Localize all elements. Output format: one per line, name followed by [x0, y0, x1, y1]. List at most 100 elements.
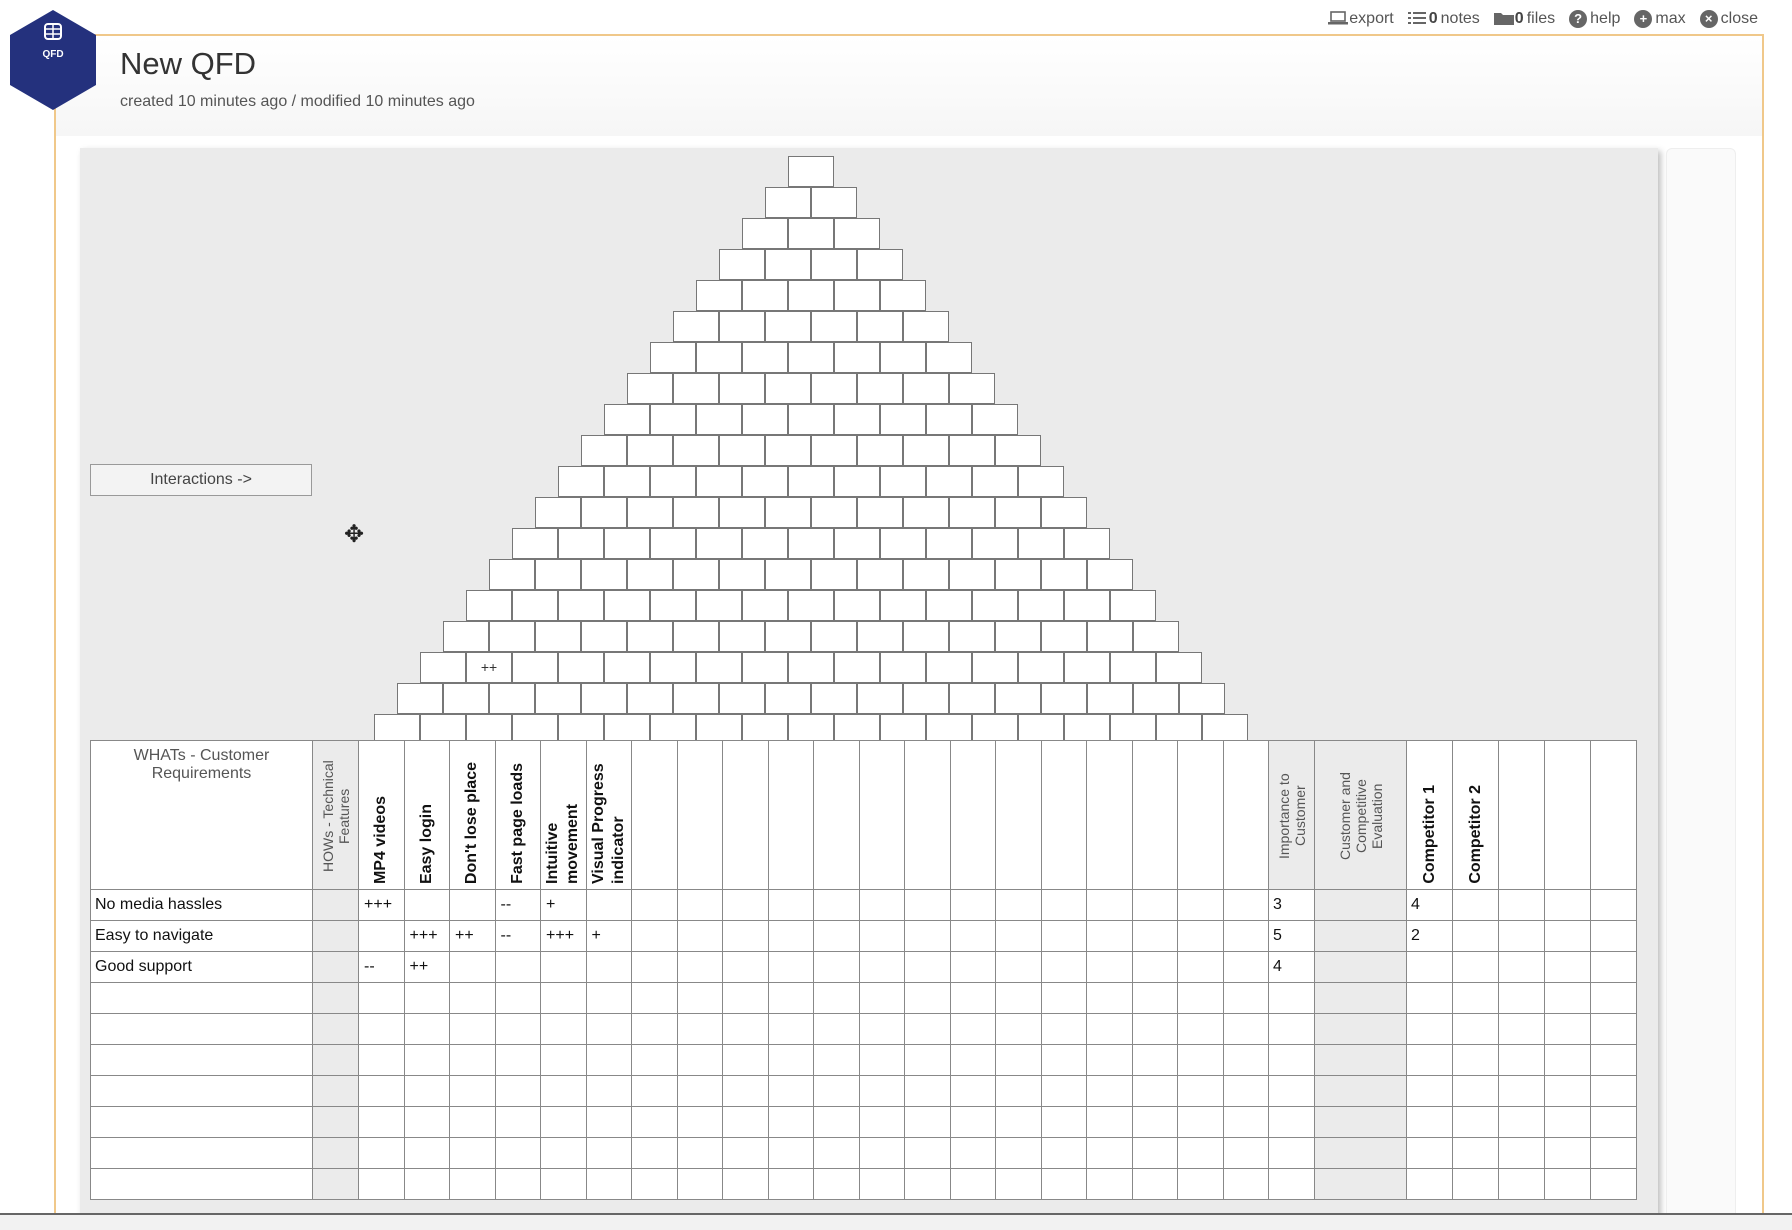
relationship-cell[interactable]: [1086, 889, 1133, 921]
competitor-score-cell[interactable]: [1452, 1106, 1499, 1138]
relationship-cell[interactable]: [904, 1075, 951, 1107]
requirement-label[interactable]: No media hassles: [90, 889, 313, 921]
interaction-cell[interactable]: [995, 435, 1041, 466]
interaction-cell[interactable]: [811, 249, 857, 280]
interaction-cell[interactable]: [742, 590, 788, 621]
relationship-cell[interactable]: [1131, 1044, 1178, 1076]
relationship-cell[interactable]: [1040, 889, 1087, 921]
interaction-cell[interactable]: [995, 559, 1041, 590]
interaction-cell[interactable]: [834, 218, 880, 249]
competitor-score-cell[interactable]: [1406, 1168, 1453, 1200]
relationship-cell[interactable]: [904, 889, 951, 921]
interaction-cell[interactable]: [650, 652, 696, 683]
relationship-cell[interactable]: [494, 982, 541, 1014]
interaction-cell[interactable]: [834, 342, 880, 373]
relationship-cell[interactable]: [449, 951, 496, 983]
interaction-cell[interactable]: [719, 497, 765, 528]
interaction-cell[interactable]: [650, 404, 696, 435]
interaction-cell[interactable]: [604, 590, 650, 621]
relationship-cell[interactable]: [722, 1137, 769, 1169]
relationship-cell[interactable]: [631, 1106, 678, 1138]
relationship-cell[interactable]: [1222, 1137, 1269, 1169]
competitor-score-cell[interactable]: [1590, 1044, 1637, 1076]
interaction-cell[interactable]: [765, 373, 811, 404]
interaction-cell[interactable]: [604, 466, 650, 497]
feature-header[interactable]: [1222, 740, 1269, 890]
competitor-score-cell[interactable]: [1544, 1106, 1591, 1138]
relationship-cell[interactable]: [1131, 1075, 1178, 1107]
competitor-score-cell[interactable]: [1498, 1075, 1545, 1107]
interaction-cell[interactable]: [604, 404, 650, 435]
competitor-score-cell[interactable]: [1498, 982, 1545, 1014]
interaction-cell[interactable]: [926, 466, 972, 497]
interaction-cell[interactable]: ++: [466, 652, 512, 683]
competitor-score-cell[interactable]: [1452, 889, 1499, 921]
interaction-cell[interactable]: [1018, 528, 1064, 559]
relationship-cell[interactable]: [813, 1168, 860, 1200]
competitor-score-cell[interactable]: [1544, 1168, 1591, 1200]
interaction-cell[interactable]: [512, 652, 558, 683]
competitor-score-cell[interactable]: [1590, 889, 1637, 921]
interaction-cell[interactable]: [627, 683, 673, 714]
relationship-cell[interactable]: [358, 1044, 405, 1076]
relationship-cell[interactable]: [449, 1106, 496, 1138]
interaction-cell[interactable]: [397, 683, 443, 714]
relationship-cell[interactable]: [403, 1168, 450, 1200]
relationship-cell[interactable]: [540, 1168, 587, 1200]
relationship-cell[interactable]: [631, 1075, 678, 1107]
relationship-cell[interactable]: [1086, 982, 1133, 1014]
interaction-cell[interactable]: [903, 559, 949, 590]
feature-header[interactable]: [676, 740, 723, 890]
competitor-score-cell[interactable]: [1590, 920, 1637, 952]
relationship-cell[interactable]: --: [494, 920, 541, 952]
competitor-score-cell[interactable]: [1452, 1168, 1499, 1200]
relationship-cell[interactable]: [767, 1168, 814, 1200]
competitor-header[interactable]: Competitor 1: [1406, 740, 1453, 890]
feature-header[interactable]: [995, 740, 1042, 890]
requirement-label[interactable]: [90, 982, 313, 1014]
relationship-cell[interactable]: [722, 951, 769, 983]
competitor-score-cell[interactable]: [1590, 1106, 1637, 1138]
competitor-score-cell[interactable]: [1498, 1013, 1545, 1045]
relationship-cell[interactable]: [403, 1013, 450, 1045]
relationship-cell[interactable]: [767, 1013, 814, 1045]
help-button[interactable]: ? help: [1569, 10, 1620, 28]
interaction-cell[interactable]: [765, 559, 811, 590]
interaction-cell[interactable]: [811, 373, 857, 404]
relationship-cell[interactable]: [858, 1137, 905, 1169]
interaction-cell[interactable]: [696, 466, 742, 497]
relationship-cell[interactable]: [449, 889, 496, 921]
relationship-cell[interactable]: [949, 1168, 996, 1200]
relationship-cell[interactable]: [358, 982, 405, 1014]
interaction-cell[interactable]: [949, 683, 995, 714]
relationship-cell[interactable]: [858, 982, 905, 1014]
competitor-score-cell[interactable]: [1406, 1106, 1453, 1138]
interaction-cell[interactable]: [1110, 590, 1156, 621]
interaction-cell[interactable]: [627, 497, 673, 528]
interaction-cell[interactable]: [995, 683, 1041, 714]
relationship-cell[interactable]: [631, 1044, 678, 1076]
interaction-cell[interactable]: [535, 683, 581, 714]
max-button[interactable]: + max: [1634, 10, 1686, 28]
competitor-score-cell[interactable]: [1498, 1137, 1545, 1169]
interaction-cell[interactable]: [1087, 559, 1133, 590]
interaction-cell[interactable]: [949, 559, 995, 590]
relationship-cell[interactable]: [1040, 1044, 1087, 1076]
competitor-score-cell[interactable]: [1498, 1106, 1545, 1138]
interaction-cell[interactable]: [811, 187, 857, 218]
interaction-cell[interactable]: [765, 497, 811, 528]
interaction-cell[interactable]: [581, 435, 627, 466]
interaction-cell[interactable]: [696, 280, 742, 311]
relationship-cell[interactable]: [1131, 951, 1178, 983]
interaction-cell[interactable]: [443, 621, 489, 652]
relationship-cell[interactable]: +++: [358, 889, 405, 921]
interaction-cell[interactable]: [880, 342, 926, 373]
interaction-cell[interactable]: [765, 621, 811, 652]
interaction-cell[interactable]: [1133, 683, 1179, 714]
interaction-cell[interactable]: [535, 621, 581, 652]
interaction-cell[interactable]: [1018, 466, 1064, 497]
relationship-cell[interactable]: [540, 1137, 587, 1169]
relationship-cell[interactable]: [449, 1044, 496, 1076]
interaction-cell[interactable]: [880, 404, 926, 435]
relationship-cell[interactable]: [449, 1075, 496, 1107]
